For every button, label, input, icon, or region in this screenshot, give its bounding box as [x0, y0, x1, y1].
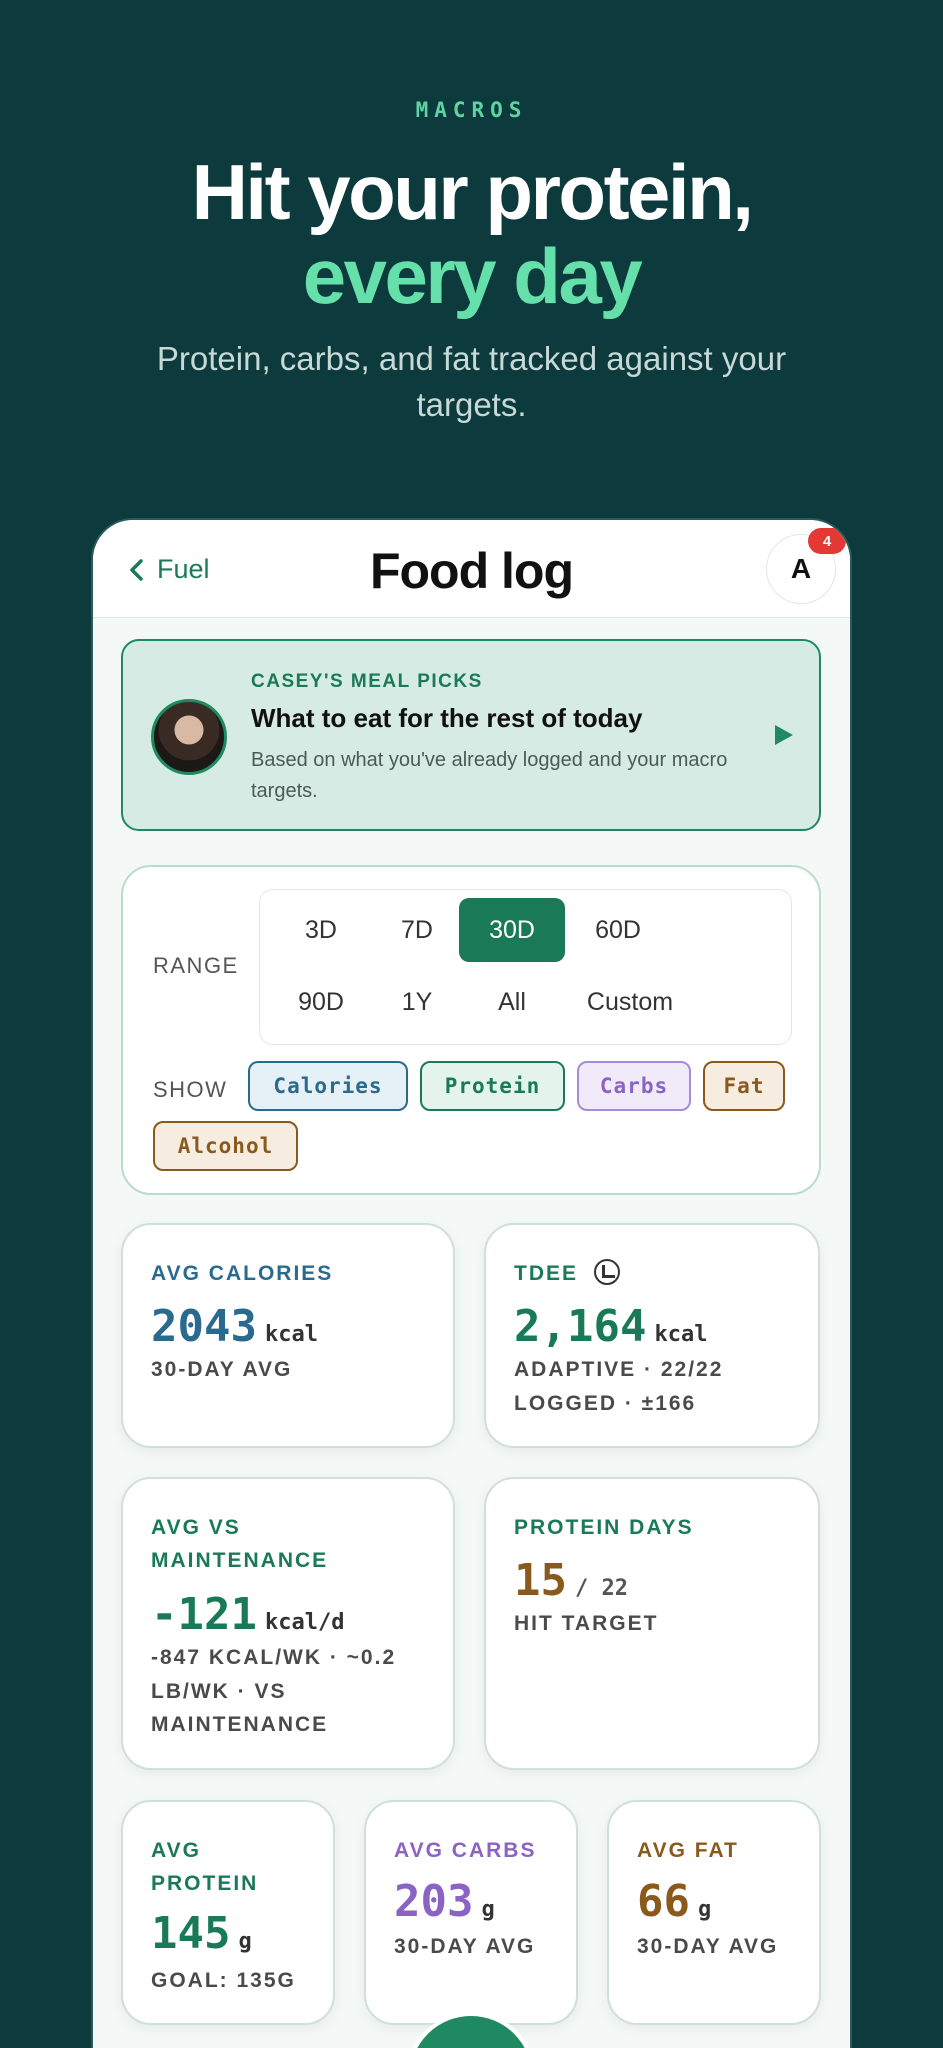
meal-picks-title: What to eat for the rest of today	[251, 703, 643, 733]
stat-sub-3: MAINTENANCE	[151, 1713, 329, 1736]
stat-value: 15	[514, 1555, 567, 1606]
stat-card-avg-fat: AVG FAT 66 g 30-DAY AVG	[607, 1800, 821, 2025]
range-option-7d[interactable]: 7D	[364, 898, 470, 962]
stat-value: -121	[151, 1589, 257, 1640]
range-option-90d[interactable]: 90D	[268, 970, 374, 1034]
stat-unit: kcal/d	[264, 1610, 345, 1635]
range-option-3d[interactable]: 3D	[268, 898, 374, 962]
stat-card-avg-calories: AVG CALORIES 2043 kcal 30-DAY AVG	[121, 1223, 455, 1448]
phone-frame: Fuel Food log A 4 CASEY'S MEAL PICKS Wha…	[93, 520, 850, 2048]
range-option-30d[interactable]: 30D	[459, 898, 565, 962]
subhead: Protein, carbs, and fat tracked against …	[156, 340, 787, 423]
stat-label: PROTEIN DAYS	[514, 1516, 694, 1539]
stat-sub: GOAL: 135G	[151, 1969, 296, 1992]
play-icon[interactable]	[775, 725, 793, 745]
meal-picks-card[interactable]: CASEY'S MEAL PICKS What to eat for the r…	[121, 639, 821, 831]
stat-label-1: AVG	[151, 1839, 201, 1862]
meal-picks-description: Based on what you've already logged and …	[251, 749, 728, 802]
range-option-custom[interactable]: Custom	[565, 970, 695, 1034]
headline: Hit your protein, every day	[0, 150, 943, 318]
chip-alcohol[interactable]: Alcohol	[153, 1121, 298, 1171]
range-option-all[interactable]: All	[459, 970, 565, 1034]
stat-unit: kcal	[654, 1322, 708, 1347]
stat-unit: g	[697, 1897, 712, 1922]
stat-card-avg-vs-maintenance: AVG VS MAINTENANCE -121 kcal/d -847 KCAL…	[121, 1477, 455, 1770]
notification-badge: 4	[808, 528, 846, 554]
stat-card-tdee: TDEE 2,164 kcal ADAPTIVE · 22/22 LOGGED …	[484, 1223, 820, 1448]
eyebrow-label: MACROS	[415, 98, 528, 122]
chip-protein[interactable]: Protein	[420, 1061, 565, 1111]
filters-card: RANGE 3D 7D 30D 60D 90D 1Y All Custom SH…	[121, 865, 821, 1195]
range-selector: 3D 7D 30D 60D 90D 1Y All Custom	[259, 889, 792, 1045]
stat-denominator: / 22	[574, 1576, 628, 1601]
stat-label-2: MAINTENANCE	[151, 1549, 329, 1572]
stat-label: TDEE	[514, 1262, 579, 1285]
meal-picks-kicker: CASEY'S MEAL PICKS	[251, 671, 483, 692]
chart-info-icon[interactable]	[593, 1259, 620, 1285]
chip-carbs[interactable]: Carbs	[577, 1061, 691, 1111]
show-label: SHOW	[153, 1077, 228, 1102]
range-label: RANGE	[153, 953, 239, 978]
avatar-letter: A	[790, 553, 812, 584]
headline-line-1: Hit your protein,	[191, 148, 754, 236]
stat-value: 66	[637, 1876, 690, 1927]
stat-value: 2043	[151, 1301, 257, 1352]
stat-sub-2: LOGGED · ±166	[514, 1392, 697, 1415]
stat-label: AVG FAT	[637, 1839, 739, 1862]
chip-calories[interactable]: Calories	[248, 1061, 408, 1111]
headline-line-2: every day	[302, 232, 643, 320]
stat-label: AVG CARBS	[394, 1839, 537, 1862]
stat-unit: g	[238, 1929, 252, 1954]
stat-value: 203	[394, 1876, 474, 1927]
stat-sub-1: ADAPTIVE · 22/22	[514, 1358, 724, 1381]
chip-fat[interactable]: Fat	[703, 1061, 785, 1111]
range-option-1y[interactable]: 1Y	[364, 970, 470, 1034]
stat-card-avg-protein: AVG PROTEIN 145 g GOAL: 135G	[121, 1800, 335, 2025]
stat-sub-2: LB/WK · VS	[151, 1680, 287, 1703]
stat-sub: 30-DAY AVG	[151, 1358, 293, 1381]
stat-sub-1: -847 KCAL/WK · ~0.2	[151, 1646, 397, 1669]
stat-label-1: AVG VS	[151, 1516, 241, 1539]
stat-value: 2,164	[514, 1301, 647, 1352]
stat-sub: HIT TARGET	[514, 1612, 659, 1635]
stat-unit: g	[481, 1897, 495, 1922]
page-title: Food log	[369, 543, 574, 599]
stat-unit: kcal	[264, 1322, 318, 1347]
range-option-60d[interactable]: 60D	[565, 898, 671, 962]
stat-card-avg-carbs: AVG CARBS 203 g 30-DAY AVG	[364, 1800, 578, 2025]
top-bar: Fuel Food log A 4	[93, 520, 850, 618]
stat-value: 145	[151, 1908, 231, 1959]
stat-label: AVG CALORIES	[151, 1262, 334, 1285]
stat-label-2: PROTEIN	[151, 1872, 259, 1895]
coach-avatar	[151, 699, 227, 775]
stat-sub: 30-DAY AVG	[394, 1935, 536, 1958]
stat-card-protein-days: PROTEIN DAYS 15 / 22 HIT TARGET	[484, 1477, 820, 1770]
stat-sub: 30-DAY AVG	[637, 1935, 779, 1958]
